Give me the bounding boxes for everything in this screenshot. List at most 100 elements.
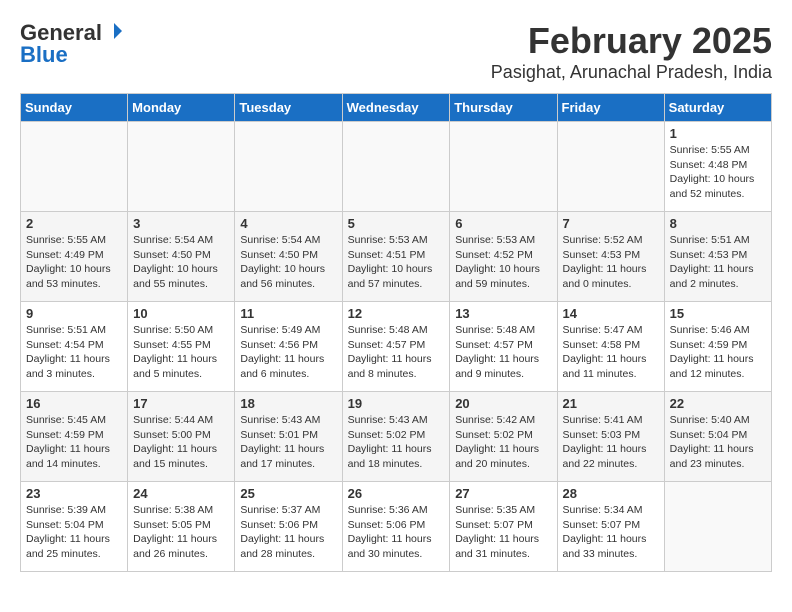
calendar-cell: 26 Sunrise: 5:36 AM Sunset: 5:06 PM Dayli… bbox=[342, 482, 450, 572]
day-number: 7 bbox=[563, 216, 659, 231]
calendar-cell: 4Sunrise: 5:54 AM Sunset: 4:50 PM Daylig… bbox=[235, 212, 342, 302]
calendar-cell bbox=[21, 122, 128, 212]
day-number: 2 bbox=[26, 216, 122, 231]
day-number: 22 bbox=[670, 396, 766, 411]
calendar-cell bbox=[557, 122, 664, 212]
logo-flag-icon bbox=[105, 22, 123, 45]
day-info: Sunrise: 5:39 AM Sunset: 5:04 PM Dayligh… bbox=[26, 503, 122, 562]
logo: General Blue bbox=[20, 20, 123, 68]
day-number: 17 bbox=[133, 396, 229, 411]
logo-blue-text: Blue bbox=[20, 42, 68, 68]
day-number: 9 bbox=[26, 306, 122, 321]
calendar-week-row: 1 Sunrise: 5:55 AM Sunset: 4:48 PM Daylig… bbox=[21, 122, 772, 212]
calendar-cell: 7 Sunrise: 5:52 AM Sunset: 4:53 PM Daylig… bbox=[557, 212, 664, 302]
day-info: Sunrise: 5:35 AM Sunset: 5:07 PM Dayligh… bbox=[455, 503, 551, 562]
day-number: 11 bbox=[240, 306, 336, 321]
day-info: Sunrise: 5:54 AM Sunset: 4:50 PM Dayligh… bbox=[240, 233, 336, 292]
calendar-cell: 1 Sunrise: 5:55 AM Sunset: 4:48 PM Daylig… bbox=[664, 122, 771, 212]
day-info: Sunrise: 5:53 AM Sunset: 4:52 PM Dayligh… bbox=[455, 233, 551, 292]
calendar-cell bbox=[235, 122, 342, 212]
calendar-cell bbox=[450, 122, 557, 212]
day-number: 28 bbox=[563, 486, 659, 501]
day-info: Sunrise: 5:44 AM Sunset: 5:00 PM Dayligh… bbox=[133, 413, 229, 472]
calendar-week-row: 16 Sunrise: 5:45 AM Sunset: 4:59 PM Dayli… bbox=[21, 392, 772, 482]
calendar-cell: 6 Sunrise: 5:53 AM Sunset: 4:52 PM Daylig… bbox=[450, 212, 557, 302]
day-number: 10 bbox=[133, 306, 229, 321]
day-info: Sunrise: 5:52 AM Sunset: 4:53 PM Dayligh… bbox=[563, 233, 659, 292]
calendar-cell bbox=[128, 122, 235, 212]
day-number: 16 bbox=[26, 396, 122, 411]
day-number: 26 bbox=[348, 486, 445, 501]
day-number: 18 bbox=[240, 396, 336, 411]
day-info: Sunrise: 5:34 AM Sunset: 5:07 PM Dayligh… bbox=[563, 503, 659, 562]
calendar-cell: 12 Sunrise: 5:48 AM Sunset: 4:57 PM Dayli… bbox=[342, 302, 450, 392]
day-number: 8 bbox=[670, 216, 766, 231]
day-info: Sunrise: 5:42 AM Sunset: 5:02 PM Dayligh… bbox=[455, 413, 551, 472]
calendar-cell: 3 Sunrise: 5:54 AM Sunset: 4:50 PM Daylig… bbox=[128, 212, 235, 302]
calendar-cell: 2 Sunrise: 5:55 AM Sunset: 4:49 PM Daylig… bbox=[21, 212, 128, 302]
weekday-header-sunday: Sunday bbox=[21, 94, 128, 122]
day-info: Sunrise: 5:50 AM Sunset: 4:55 PM Dayligh… bbox=[133, 323, 229, 382]
day-info: Sunrise: 5:46 AM Sunset: 4:59 PM Dayligh… bbox=[670, 323, 766, 382]
calendar-cell bbox=[664, 482, 771, 572]
day-number: 27 bbox=[455, 486, 551, 501]
day-number: 5 bbox=[348, 216, 445, 231]
day-info: Sunrise: 5:38 AM Sunset: 5:05 PM Dayligh… bbox=[133, 503, 229, 562]
day-info: Sunrise: 5:48 AM Sunset: 4:57 PM Dayligh… bbox=[348, 323, 445, 382]
calendar-cell: 5 Sunrise: 5:53 AM Sunset: 4:51 PM Daylig… bbox=[342, 212, 450, 302]
weekday-header-wednesday: Wednesday bbox=[342, 94, 450, 122]
calendar-cell: 27 Sunrise: 5:35 AM Sunset: 5:07 PM Dayli… bbox=[450, 482, 557, 572]
day-number: 23 bbox=[26, 486, 122, 501]
day-number: 13 bbox=[455, 306, 551, 321]
calendar-cell: 24 Sunrise: 5:38 AM Sunset: 5:05 PM Dayli… bbox=[128, 482, 235, 572]
day-info: Sunrise: 5:41 AM Sunset: 5:03 PM Dayligh… bbox=[563, 413, 659, 472]
day-info: Sunrise: 5:47 AM Sunset: 4:58 PM Dayligh… bbox=[563, 323, 659, 382]
weekday-header-row: SundayMondayTuesdayWednesdayThursdayFrid… bbox=[21, 94, 772, 122]
day-info: Sunrise: 5:40 AM Sunset: 5:04 PM Dayligh… bbox=[670, 413, 766, 472]
weekday-header-monday: Monday bbox=[128, 94, 235, 122]
day-info: Sunrise: 5:55 AM Sunset: 4:49 PM Dayligh… bbox=[26, 233, 122, 292]
calendar-cell: 19 Sunrise: 5:43 AM Sunset: 5:02 PM Dayli… bbox=[342, 392, 450, 482]
calendar-cell: 16 Sunrise: 5:45 AM Sunset: 4:59 PM Dayli… bbox=[21, 392, 128, 482]
calendar-cell: 18Sunrise: 5:43 AM Sunset: 5:01 PM Dayli… bbox=[235, 392, 342, 482]
calendar-cell: 11 Sunrise: 5:49 AM Sunset: 4:56 PM Dayli… bbox=[235, 302, 342, 392]
calendar-week-row: 2 Sunrise: 5:55 AM Sunset: 4:49 PM Daylig… bbox=[21, 212, 772, 302]
day-info: Sunrise: 5:54 AM Sunset: 4:50 PM Dayligh… bbox=[133, 233, 229, 292]
page-header: General Blue February 2025 Pasighat, Aru… bbox=[20, 20, 772, 83]
calendar-cell: 15 Sunrise: 5:46 AM Sunset: 4:59 PM Dayli… bbox=[664, 302, 771, 392]
day-info: Sunrise: 5:45 AM Sunset: 4:59 PM Dayligh… bbox=[26, 413, 122, 472]
calendar-cell: 10 Sunrise: 5:50 AM Sunset: 4:55 PM Dayli… bbox=[128, 302, 235, 392]
day-info: Sunrise: 5:36 AM Sunset: 5:06 PM Dayligh… bbox=[348, 503, 445, 562]
day-number: 19 bbox=[348, 396, 445, 411]
day-info: Sunrise: 5:55 AM Sunset: 4:48 PM Dayligh… bbox=[670, 143, 766, 202]
calendar-cell: 20 Sunrise: 5:42 AM Sunset: 5:02 PM Dayli… bbox=[450, 392, 557, 482]
day-info: Sunrise: 5:51 AM Sunset: 4:53 PM Dayligh… bbox=[670, 233, 766, 292]
calendar-cell bbox=[342, 122, 450, 212]
day-number: 15 bbox=[670, 306, 766, 321]
day-number: 3 bbox=[133, 216, 229, 231]
month-title: February 2025 bbox=[491, 20, 772, 62]
day-number: 1 bbox=[670, 126, 766, 141]
day-info: Sunrise: 5:51 AM Sunset: 4:54 PM Dayligh… bbox=[26, 323, 122, 382]
day-number: 24 bbox=[133, 486, 229, 501]
day-number: 6 bbox=[455, 216, 551, 231]
day-number: 12 bbox=[348, 306, 445, 321]
day-info: Sunrise: 5:48 AM Sunset: 4:57 PM Dayligh… bbox=[455, 323, 551, 382]
day-info: Sunrise: 5:49 AM Sunset: 4:56 PM Dayligh… bbox=[240, 323, 336, 382]
title-area: February 2025 Pasighat, Arunachal Prades… bbox=[491, 20, 772, 83]
calendar-cell: 25Sunrise: 5:37 AM Sunset: 5:06 PM Dayli… bbox=[235, 482, 342, 572]
day-number: 14 bbox=[563, 306, 659, 321]
weekday-header-tuesday: Tuesday bbox=[235, 94, 342, 122]
day-info: Sunrise: 5:43 AM Sunset: 5:02 PM Dayligh… bbox=[348, 413, 445, 472]
calendar-cell: 9 Sunrise: 5:51 AM Sunset: 4:54 PM Daylig… bbox=[21, 302, 128, 392]
calendar-table: SundayMondayTuesdayWednesdayThursdayFrid… bbox=[20, 93, 772, 572]
calendar-week-row: 23 Sunrise: 5:39 AM Sunset: 5:04 PM Dayli… bbox=[21, 482, 772, 572]
calendar-cell: 22 Sunrise: 5:40 AM Sunset: 5:04 PM Dayli… bbox=[664, 392, 771, 482]
calendar-cell: 23 Sunrise: 5:39 AM Sunset: 5:04 PM Dayli… bbox=[21, 482, 128, 572]
calendar-cell: 8 Sunrise: 5:51 AM Sunset: 4:53 PM Daylig… bbox=[664, 212, 771, 302]
day-number: 20 bbox=[455, 396, 551, 411]
calendar-cell: 13 Sunrise: 5:48 AM Sunset: 4:57 PM Dayli… bbox=[450, 302, 557, 392]
calendar-cell: 28 Sunrise: 5:34 AM Sunset: 5:07 PM Dayli… bbox=[557, 482, 664, 572]
location-title: Pasighat, Arunachal Pradesh, India bbox=[491, 62, 772, 83]
day-info: Sunrise: 5:53 AM Sunset: 4:51 PM Dayligh… bbox=[348, 233, 445, 292]
